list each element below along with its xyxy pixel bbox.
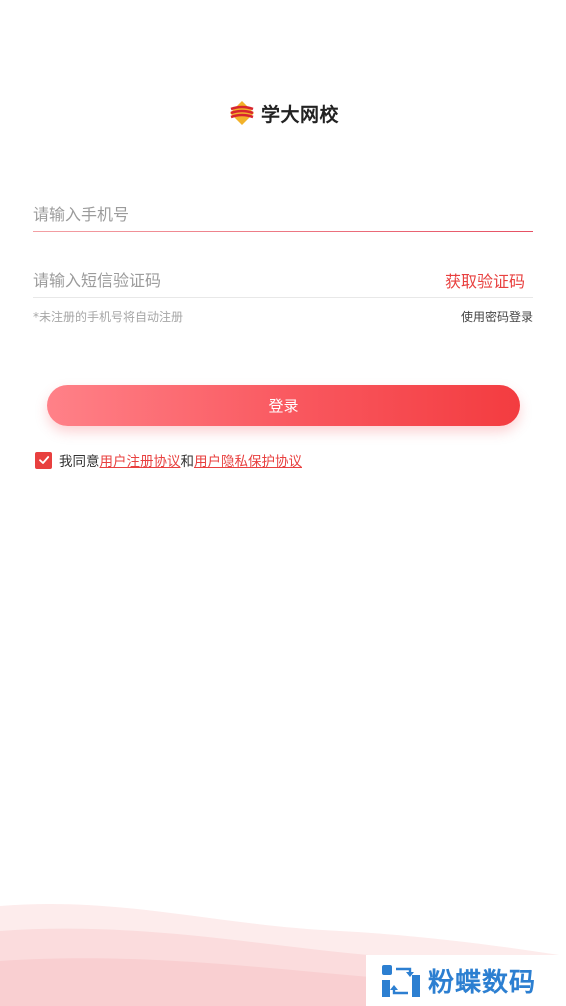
sms-code-input[interactable] <box>33 262 445 298</box>
checkmark-icon <box>38 456 49 464</box>
brand-name: 学大网校 <box>260 103 339 126</box>
sms-code-underline <box>33 297 533 298</box>
auto-register-tip: *未注册的手机号将自动注册 <box>33 310 184 324</box>
phone-input[interactable] <box>33 196 533 232</box>
get-code-button[interactable]: 获取验证码 <box>445 268 525 292</box>
app-logo: 学大网校 <box>0 98 566 128</box>
agreement-connector: 和 <box>180 454 195 470</box>
phone-underline <box>33 231 533 232</box>
agreement-checkbox[interactable] <box>35 451 52 469</box>
privacy-policy-link[interactable]: 用户隐私保护协议 <box>194 450 302 470</box>
watermark-text: 粉蝶数码 <box>428 968 537 998</box>
user-agreement-link[interactable]: 用户注册协议 <box>100 450 181 470</box>
tip-row: *未注册的手机号将自动注册 使用密码登录 <box>33 308 533 325</box>
sms-code-field[interactable]: 获取验证码 <box>33 262 533 298</box>
agreement-row: 我同意 用户注册协议 和 用户隐私保护协议 <box>35 450 302 470</box>
password-login-link[interactable]: 使用密码登录 <box>461 308 533 325</box>
brand-logo-icon <box>229 101 254 125</box>
phone-field[interactable] <box>33 196 533 232</box>
login-button[interactable]: 登录 <box>47 385 520 426</box>
swap-arrows-icon <box>382 964 420 997</box>
agreement-prefix: 我同意 <box>59 454 100 470</box>
watermark-badge: 粉蝶数码 <box>366 955 566 1006</box>
